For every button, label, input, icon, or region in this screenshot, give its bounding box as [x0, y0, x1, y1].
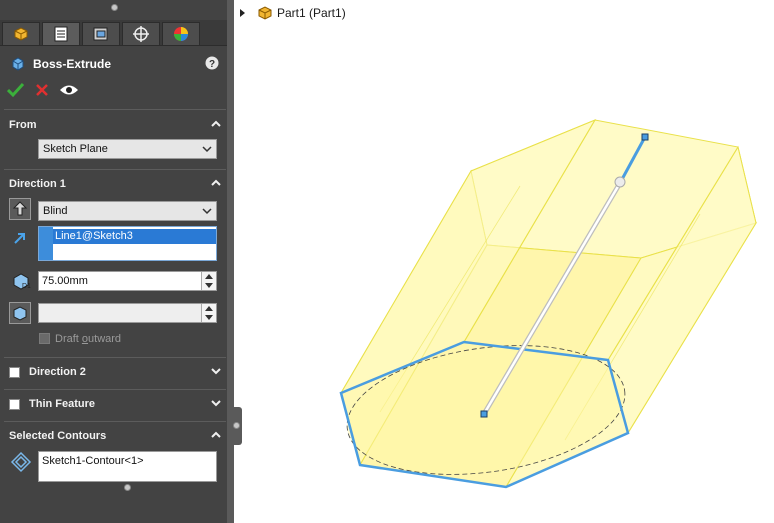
help-icon[interactable]: ?	[205, 56, 219, 70]
display-manager-icon	[174, 27, 188, 41]
depth-icon: D1	[13, 273, 31, 290]
draft-angle-spinner[interactable]	[201, 304, 216, 322]
tab-display-manager[interactable]	[162, 22, 200, 46]
thin-feature-checkbox[interactable]	[9, 399, 20, 410]
cancel-x-icon[interactable]	[35, 83, 49, 97]
tab-dimxpert-manager[interactable]	[122, 22, 160, 46]
tab-feature-manager[interactable]	[2, 22, 40, 46]
section-from-label: From	[9, 119, 37, 131]
spin-down-icon[interactable]	[202, 313, 216, 322]
panel-bottom-grip[interactable]	[124, 484, 131, 491]
chevron-down-icon[interactable]	[210, 365, 222, 377]
tab-property-manager[interactable]	[42, 22, 80, 46]
panel-top-grip[interactable]	[111, 4, 118, 11]
draft-outward-label: Draft outward	[55, 333, 122, 345]
reverse-direction-button[interactable]	[9, 198, 31, 220]
divider	[4, 389, 226, 390]
spin-down-icon[interactable]	[202, 281, 216, 290]
direction-reference-list[interactable]: Line1@Sketch3	[38, 226, 217, 261]
section-from-header[interactable]: From	[0, 116, 227, 136]
boss-extrude-icon	[12, 57, 24, 71]
page-title: Boss-Extrude	[33, 57, 112, 71]
feature-title-row: Boss-Extrude ?	[0, 54, 227, 74]
reverse-direction-icon	[12, 201, 28, 216]
chevron-up-icon[interactable]	[210, 429, 222, 441]
direction-arrow-icon	[14, 233, 25, 244]
depth-input[interactable]: 75.00mm	[38, 271, 217, 291]
chevron-down-icon	[202, 146, 212, 153]
contour-selection-icon	[10, 451, 32, 473]
section-selected-contours-header[interactable]: Selected Contours	[0, 427, 227, 447]
ok-check-icon[interactable]	[7, 82, 24, 98]
spin-up-icon[interactable]	[202, 272, 216, 281]
draft-angle-input[interactable]	[38, 303, 217, 323]
chevron-down-icon[interactable]	[210, 397, 222, 409]
divider	[4, 357, 226, 358]
property-manager-icon	[54, 26, 68, 42]
selected-contours-list[interactable]: Sketch1-Contour<1>	[38, 451, 217, 482]
tab-configuration-manager[interactable]	[82, 22, 120, 46]
property-manager-panel: Boss-Extrude ? From Sketch Plane Directi…	[0, 0, 227, 523]
end-condition-select[interactable]: Blind	[38, 201, 217, 221]
chevron-up-icon[interactable]	[210, 177, 222, 189]
divider	[4, 109, 226, 110]
section-direction1-header[interactable]: Direction 1	[0, 175, 227, 195]
graphics-viewport[interactable]	[234, 0, 774, 523]
draft-outward-checkbox[interactable]	[39, 333, 50, 344]
draft-toggle-button[interactable]	[9, 302, 31, 324]
divider	[4, 169, 226, 170]
svg-text:D1: D1	[22, 283, 31, 290]
direction-reference-item[interactable]: Line1@Sketch3	[53, 229, 216, 244]
draft-icon	[13, 306, 27, 321]
eye-preview-icon[interactable]	[59, 84, 79, 96]
spin-up-icon[interactable]	[202, 304, 216, 313]
section-direction2-label: Direction 2	[29, 366, 86, 378]
section-thin-feature-header[interactable]: Thin Feature	[0, 395, 227, 415]
selection-active-bar	[39, 227, 53, 260]
dimxpert-icon	[133, 26, 149, 42]
line-start-handle	[480, 410, 488, 418]
divider	[4, 421, 226, 422]
section-direction2-header[interactable]: Direction 2	[0, 363, 227, 383]
from-select-value: Sketch Plane	[43, 143, 108, 155]
depth-value: 75.00mm	[42, 275, 88, 287]
end-condition-value: Blind	[43, 205, 68, 217]
line-end-handle	[641, 133, 649, 141]
feature-manager-icon	[14, 27, 28, 41]
manager-tabs	[0, 20, 227, 46]
chevron-down-icon	[202, 208, 212, 215]
depth-spinner[interactable]	[201, 272, 216, 290]
section-thin-feature-label: Thin Feature	[29, 398, 96, 410]
configuration-manager-icon	[93, 27, 108, 41]
chevron-up-icon[interactable]	[210, 118, 222, 130]
selected-contour-item[interactable]: Sketch1-Contour<1>	[42, 455, 144, 467]
from-select[interactable]: Sketch Plane	[38, 139, 217, 159]
section-direction1-label: Direction 1	[9, 178, 66, 190]
direction2-checkbox[interactable]	[9, 367, 20, 378]
section-selected-contours-label: Selected Contours	[9, 430, 107, 442]
svg-text:?: ?	[209, 59, 215, 70]
